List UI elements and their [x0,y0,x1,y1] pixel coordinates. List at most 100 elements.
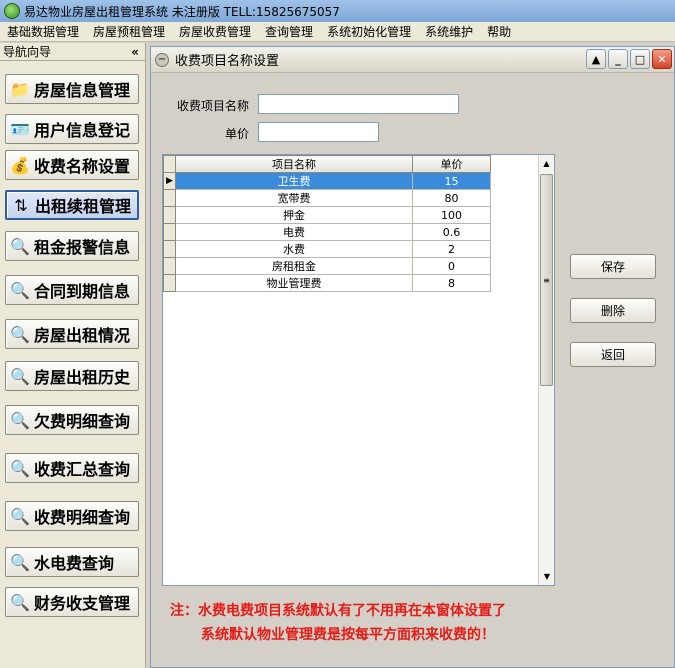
menu-help[interactable]: 帮助 [480,22,518,42]
scroll-thumb[interactable]: ≡ [540,174,553,386]
table-row[interactable]: ▶ 卫生费 15 [163,172,491,190]
sidebar-item-label: 收费汇总查询 [34,460,131,479]
sidebar-item-9[interactable]: 🔍 收费汇总查询 [5,453,139,483]
column-header-name[interactable]: 项目名称 [175,155,413,173]
sidebar-item-5[interactable]: 🔍 合同到期信息 [5,275,139,305]
magnifier-icon: 🔍 [10,592,30,612]
magnifier-icon: 🔍 [10,366,30,386]
sidebar-item-label: 合同到期信息 [34,282,131,301]
column-header-price[interactable]: 单价 [412,155,491,173]
scroll-down-icon[interactable]: ▼ [539,568,555,585]
cell-fee-name[interactable]: 宽带费 [175,189,413,207]
cell-fee-name[interactable]: 押金 [175,206,413,224]
magnifier-icon: 🔍 [10,236,30,256]
sidebar-item-label: 用户信息登记 [34,121,131,140]
sidebar-item-4[interactable]: 🔍 租金报警信息 [5,231,139,261]
table-row[interactable]: 电费 0.6 [163,223,491,241]
user-card-icon: 🪪 [10,119,30,139]
grid-scrollbar[interactable]: ▲ ≡ ▼ [538,155,554,585]
menu-basic-data[interactable]: 基础数据管理 [0,22,86,42]
cell-fee-name[interactable]: 水费 [175,240,413,258]
menu-pre-rent[interactable]: 房屋预租管理 [86,22,172,42]
cell-fee-name[interactable]: 卫生费 [175,172,413,190]
table-row[interactable]: 押金 100 [163,206,491,224]
sidebar-item-label: 收费明细查询 [34,508,131,527]
menu-init[interactable]: 系统初始化管理 [320,22,418,42]
magnifier-icon: 🔍 [10,324,30,344]
menu-maintenance[interactable]: 系统维护 [418,22,480,42]
name-label: 收费项目名称 [177,99,250,113]
cell-fee-price[interactable]: 8 [412,274,491,292]
transfer-arrows-icon: ⇅ [14,195,28,215]
magnifier-icon: 🔍 [10,552,30,572]
cell-fee-price[interactable]: 2 [412,240,491,258]
row-indicator[interactable] [163,274,176,292]
cell-fee-price[interactable]: 0.6 [412,223,491,241]
row-pointer-icon[interactable]: ▶ [163,172,176,190]
magnifier-icon: 🔍 [10,458,30,478]
note-line-2: 系统默认物业管理费是按每平方面积来收费的！ [201,627,495,643]
sidebar-item-label: 房屋出租历史 [34,368,131,387]
menu-query[interactable]: 查询管理 [258,22,320,42]
cell-fee-name[interactable]: 房租租金 [175,257,413,275]
cell-fee-price[interactable]: 15 [412,172,491,190]
row-indicator[interactable] [163,257,176,275]
window-menu-icon[interactable]: − [155,52,169,67]
table-row[interactable]: 宽带费 80 [163,189,491,207]
row-indicator[interactable] [163,189,176,207]
restore-icon[interactable]: ▲ [586,49,606,69]
folder-pencil-icon: 📁 [10,79,30,99]
delete-button[interactable]: 删除 [570,298,656,323]
magnifier-icon: 🔍 [10,410,30,430]
cell-fee-name[interactable]: 电费 [175,223,413,241]
sidebar-item-7[interactable]: 🔍 房屋出租历史 [5,361,139,391]
fee-name-input[interactable] [258,94,459,114]
collapse-sidebar-button[interactable]: « [128,45,142,59]
sidebar-item-label: 财务收支管理 [34,594,131,613]
sidebar-header: 导航向导 « [0,43,145,61]
price-label: 单价 [225,127,250,141]
sidebar-item-label: 房屋信息管理 [34,81,131,100]
window-title: 收费项目名称设置 [175,54,280,69]
cell-fee-price[interactable]: 0 [412,257,491,275]
price-input[interactable] [258,122,379,142]
close-icon[interactable]: ✕ [652,49,672,69]
row-indicator[interactable] [163,240,176,258]
app-logo-icon [4,3,20,19]
magnifier-icon: 🔍 [10,506,30,526]
sidebar-item-3[interactable]: ⇅ 出租续租管理 [5,190,139,220]
back-button[interactable]: 返回 [570,342,656,367]
save-button[interactable]: 保存 [570,254,656,279]
sidebar-item-label: 收费名称设置 [34,157,131,176]
table-row[interactable]: 水费 2 [163,240,491,258]
app-title: 易达物业房屋出租管理系统 未注册版 TELL:15825675057 [24,4,340,19]
cell-fee-name[interactable]: 物业管理费 [175,274,413,292]
sidebar-item-label: 欠费明细查询 [34,412,131,431]
row-indicator[interactable] [163,223,176,241]
sidebar-item-label: 租金报警信息 [34,238,131,257]
minimize-icon[interactable]: _ [608,49,628,69]
table-row[interactable]: 房租租金 0 [163,257,491,275]
table-row[interactable]: 物业管理费 8 [163,274,491,292]
sidebar-item-6[interactable]: 🔍 房屋出租情况 [5,319,139,349]
cell-fee-price[interactable]: 100 [412,206,491,224]
menu-fee[interactable]: 房屋收费管理 [172,22,258,42]
sidebar-item-0[interactable]: 📁 房屋信息管理 [5,74,139,104]
menu-bar: 基础数据管理 房屋预租管理 房屋收费管理 查询管理 系统初始化管理 系统维护 帮… [0,22,675,42]
row-indicator[interactable] [163,206,176,224]
sidebar-item-label: 房屋出租情况 [34,326,131,345]
fee-items-grid[interactable]: 项目名称 单价 ▶ 卫生费 15 宽带费 80 押金 100 电费 0.6 水费 2 房租租金 0 物业管… [162,154,555,586]
sidebar-item-10[interactable]: 🔍 收费明细查询 [5,501,139,531]
sidebar-item-label: 水电费查询 [34,554,115,573]
sidebar-item-12[interactable]: 🔍 财务收支管理 [5,587,139,617]
sidebar-item-11[interactable]: 🔍 水电费查询 [5,547,139,577]
app-titlebar: 易达物业房屋出租管理系统 未注册版 TELL:15825675057 [0,0,675,22]
sidebar-item-8[interactable]: 🔍 欠费明细查询 [5,405,139,435]
maximize-icon[interactable]: □ [630,49,650,69]
nav-sidebar: 导航向导 « 📁 房屋信息管理 🪪 用户信息登记 💰 收费名称设置 ⇅ 出租续租管理 🔍 租金报警… [0,43,146,668]
sidebar-item-1[interactable]: 🪪 用户信息登记 [5,114,139,144]
cell-fee-price[interactable]: 80 [412,189,491,207]
sidebar-item-2[interactable]: 💰 收费名称设置 [5,150,139,180]
scroll-up-icon[interactable]: ▲ [539,155,554,172]
note-line-1: 注：水费电费项目系统默认有了不用再在本窗体设置了 [170,603,506,619]
